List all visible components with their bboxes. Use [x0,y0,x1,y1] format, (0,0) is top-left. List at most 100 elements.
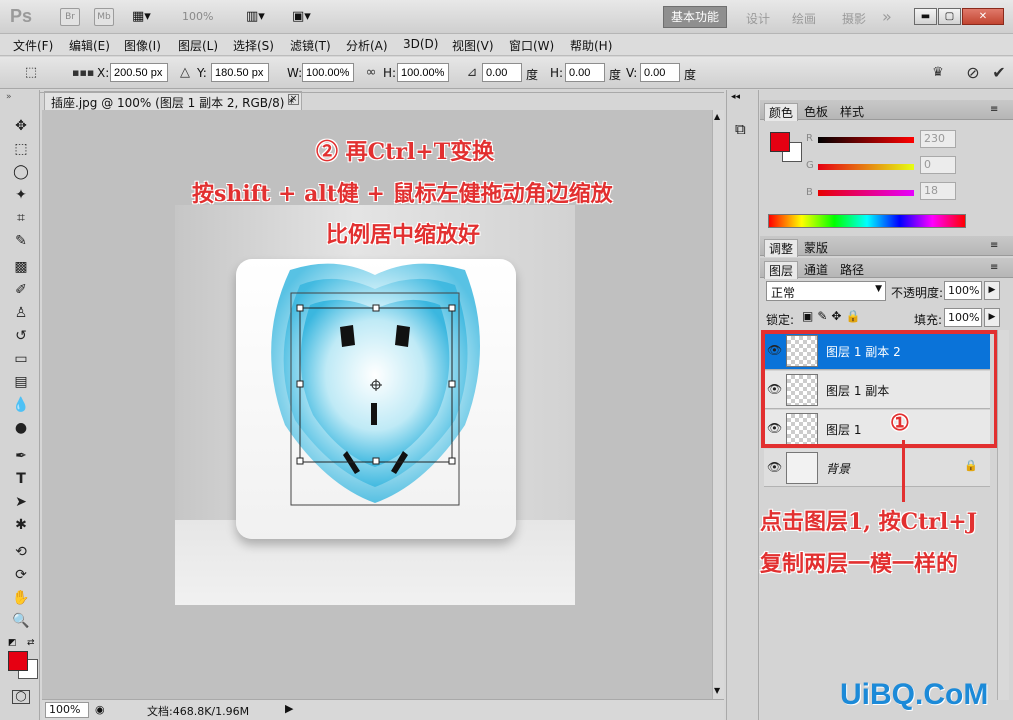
blur-tool-icon[interactable]: 💧 [10,395,32,415]
zoom-level-dropdown[interactable]: 100% [182,10,213,23]
tab-layers[interactable]: 图层 [764,261,799,279]
document-image[interactable] [175,205,575,605]
color-spectrum-bar[interactable] [768,214,966,228]
document-tab[interactable]: 插座.jpg @ 100% (图层 1 副本 2, RGB/8) * [44,91,302,111]
marquee-tool-icon[interactable]: ⬚ [10,139,32,159]
scroll-down-icon[interactable]: ▼ [714,686,720,695]
workspace-design[interactable]: 设计 [746,10,770,27]
x-position-input[interactable] [110,63,168,82]
arrange-documents-icon[interactable]: ▥▾ [246,9,265,24]
menu-3d[interactable]: 3D(D) [403,37,438,51]
status-zoom-field[interactable]: 100% [45,702,89,718]
panel-menu-icon[interactable]: ≡ [990,104,998,115]
menu-view[interactable]: 视图(V) [452,37,494,54]
menu-layer[interactable]: 图层(L) [178,37,218,54]
lasso-tool-icon[interactable]: ◯ [10,162,32,182]
commit-transform-icon[interactable]: ✔ [990,64,1008,82]
hskew-input[interactable] [565,63,605,82]
close-document-icon[interactable]: × [288,94,299,105]
eraser-tool-icon[interactable]: ▭ [10,349,32,369]
workspace-more-icon[interactable]: » [882,7,892,26]
view-extras-icon[interactable]: ▦▾ [132,9,151,24]
screen-mode-icon[interactable]: ▣▾ [292,9,311,24]
tab-adjustments[interactable]: 调整 [764,239,799,257]
workspace-photography[interactable]: 摄影 [842,10,866,27]
vskew-input[interactable] [640,63,680,82]
pen-tool-icon[interactable]: ✒ [10,446,32,466]
layer-row-background[interactable]: 👁 背景 🔒 [764,449,990,487]
r-slider[interactable] [818,137,914,143]
g-value[interactable]: 0 [920,156,956,174]
status-info-icon[interactable]: ◉ [95,703,105,716]
vertical-scrollbar[interactable]: ▲ ▼ [712,110,724,699]
menu-analysis[interactable]: 分析(A) [346,37,388,54]
tab-paths[interactable]: 路径 [840,261,864,278]
stamp-tool-icon[interactable]: ♙ [10,303,32,323]
tab-masks[interactable]: 蒙版 [804,239,828,256]
menu-image[interactable]: 图像(I) [124,37,161,54]
panel-menu-icon[interactable]: ≡ [990,262,998,273]
gradient-tool-icon[interactable]: ▤ [10,372,32,392]
panel-menu-icon[interactable]: ≡ [990,240,998,251]
eye-icon[interactable]: 👁 [767,460,782,474]
workspace-essentials[interactable]: 基本功能 [663,6,727,28]
layers-scrollbar[interactable] [997,330,1009,700]
quick-select-tool-icon[interactable]: ✦ [10,185,32,205]
rotate-input[interactable] [482,63,522,82]
menu-file[interactable]: 文件(F) [13,37,53,54]
menu-help[interactable]: 帮助(H) [570,37,612,54]
status-menu-arrow-icon[interactable]: ▶ [285,702,293,715]
minimize-button[interactable]: ▬ [914,8,937,25]
fill-input[interactable]: 100% [944,308,982,327]
opacity-arrow-icon[interactable]: ▶ [984,281,1000,300]
history-brush-tool-icon[interactable]: ↺ [10,326,32,346]
width-input[interactable] [302,63,354,82]
3d-rotate-tool-icon[interactable]: ⟲ [10,542,32,562]
y-position-input[interactable] [211,63,269,82]
scroll-up-icon[interactable]: ▲ [714,112,720,121]
b-value[interactable]: 18 [920,182,956,200]
shape-tool-icon[interactable]: ✱ [10,515,32,535]
canvas-area[interactable]: ② 再Ctrl+T变换 按shift + alt健 + 鼠标左健拖动角边缩放 比… [42,110,712,699]
default-colors-icon[interactable]: ◩ [8,638,17,648]
dodge-tool-icon[interactable]: ● [10,418,32,438]
history-panel-icon[interactable]: ⧉ [735,120,746,138]
bridge-button[interactable]: Br [60,8,80,26]
hand-tool-icon[interactable]: ✋ [10,588,32,608]
link-icon[interactable]: ∞ [362,64,380,82]
maximize-button[interactable]: ▢ [938,8,961,25]
blend-mode-select[interactable]: 正常 ▼ [766,281,886,301]
fill-arrow-icon[interactable]: ▶ [984,308,1000,327]
color-fg-swatch[interactable] [770,132,790,152]
eyedropper-tool-icon[interactable]: ✎ [10,231,32,251]
3d-orbit-tool-icon[interactable]: ⟳ [10,565,32,585]
reference-point-icon[interactable]: ▪▪▪ [72,64,94,82]
collapse-arrows-icon[interactable]: ◂◂ [731,92,740,102]
height-input[interactable] [397,63,449,82]
tab-styles[interactable]: 样式 [840,103,864,120]
relative-position-icon[interactable]: △ [176,64,194,82]
transform-tool-icon[interactable]: ⬚ [22,64,40,82]
menu-select[interactable]: 选择(S) [233,37,274,54]
swap-colors-icon[interactable]: ⇄ [27,638,35,648]
move-tool-icon[interactable]: ✥ [10,116,32,136]
close-window-button[interactable]: ✕ [962,8,1004,25]
menu-filter[interactable]: 滤镜(T) [290,37,331,54]
type-tool-icon[interactable]: T [10,469,32,489]
zoom-tool-icon[interactable]: 🔍 [10,611,32,631]
menu-window[interactable]: 窗口(W) [509,37,554,54]
cancel-transform-icon[interactable]: ⊘ [964,64,982,82]
tab-channels[interactable]: 通道 [804,261,828,278]
menu-edit[interactable]: 编辑(E) [69,37,110,54]
brush-tool-icon[interactable]: ✐ [10,280,32,300]
path-select-tool-icon[interactable]: ➤ [10,492,32,512]
collapse-arrows-icon[interactable]: » [6,92,12,102]
workspace-painting[interactable]: 绘画 [792,10,816,27]
g-slider[interactable] [818,164,914,170]
crop-tool-icon[interactable]: ⌗ [10,208,32,228]
quick-mask-icon[interactable]: ◯ [12,690,30,704]
healing-tool-icon[interactable]: ▩ [10,257,32,277]
minibridge-button[interactable]: Mb [94,8,114,26]
warp-icon[interactable]: ♛ [929,64,947,82]
tab-swatches[interactable]: 色板 [804,103,828,120]
